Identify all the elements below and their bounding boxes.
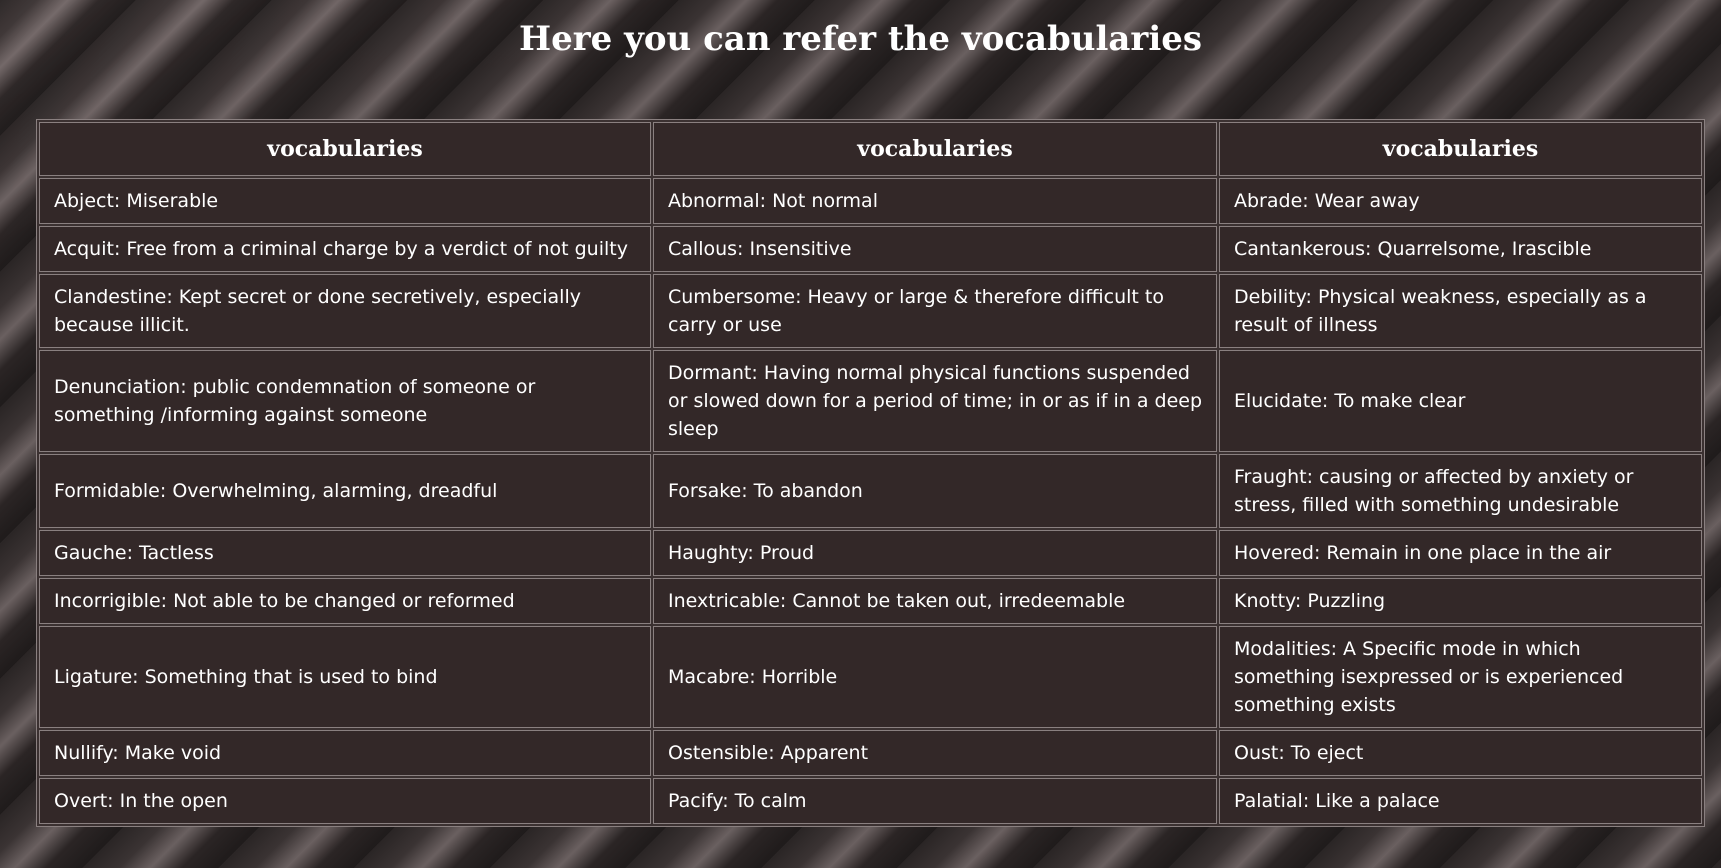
- table-cell: Denunciation: public condemnation of som…: [39, 350, 651, 452]
- table-cell: Macabre: Horrible: [653, 626, 1217, 728]
- table-header-row: vocabularies vocabularies vocabularies: [39, 122, 1702, 176]
- table-cell: Abject: Miserable: [39, 178, 651, 224]
- table-cell: Modalities: A Specific mode in which som…: [1219, 626, 1702, 728]
- column-header: vocabularies: [1219, 122, 1702, 176]
- table-cell: Abrade: Wear away: [1219, 178, 1702, 224]
- table-row: Abject: Miserable Abnormal: Not normal A…: [39, 178, 1702, 224]
- table-row: Clandestine: Kept secret or done secreti…: [39, 274, 1702, 348]
- vocabulary-table: vocabularies vocabularies vocabularies A…: [36, 119, 1705, 827]
- table-cell: Dormant: Having normal physical function…: [653, 350, 1217, 452]
- table-row: Ligature: Something that is used to bind…: [39, 626, 1702, 728]
- table-cell: Knotty: Puzzling: [1219, 578, 1702, 624]
- table-row: Formidable: Overwhelming, alarming, drea…: [39, 454, 1702, 528]
- column-header: vocabularies: [39, 122, 651, 176]
- table-cell: Overt: In the open: [39, 778, 651, 824]
- column-header: vocabularies: [653, 122, 1217, 176]
- table-cell: Oust: To eject: [1219, 730, 1702, 776]
- page-title: Here you can refer the vocabularies: [518, 19, 1203, 59]
- table-row: Denunciation: public condemnation of som…: [39, 350, 1702, 452]
- table-cell: Formidable: Overwhelming, alarming, drea…: [39, 454, 651, 528]
- table-cell: Cantankerous: Quarrelsome, Irascible: [1219, 226, 1702, 272]
- table-cell: Pacify: To calm: [653, 778, 1217, 824]
- table-row: Gauche: Tactless Haughty: Proud Hovered:…: [39, 530, 1702, 576]
- table-cell: Gauche: Tactless: [39, 530, 651, 576]
- table-cell: Clandestine: Kept secret or done secreti…: [39, 274, 651, 348]
- table-row: Incorrigible: Not able to be changed or …: [39, 578, 1702, 624]
- table-cell: Incorrigible: Not able to be changed or …: [39, 578, 651, 624]
- table-cell: Hovered: Remain in one place in the air: [1219, 530, 1702, 576]
- table-cell: Abnormal: Not normal: [653, 178, 1217, 224]
- table-cell: Nullify: Make void: [39, 730, 651, 776]
- table-cell: Haughty: Proud: [653, 530, 1217, 576]
- table-row: Nullify: Make void Ostensible: Apparent …: [39, 730, 1702, 776]
- table-cell: Callous: Insensitive: [653, 226, 1217, 272]
- table-row: Acquit: Free from a criminal charge by a…: [39, 226, 1702, 272]
- table-cell: Debility: Physical weakness, especially …: [1219, 274, 1702, 348]
- table-cell: Acquit: Free from a criminal charge by a…: [39, 226, 651, 272]
- table-cell: Palatial: Like a palace: [1219, 778, 1702, 824]
- table-cell: Forsake: To abandon: [653, 454, 1217, 528]
- table-cell: Ligature: Something that is used to bind: [39, 626, 651, 728]
- table-cell: Ostensible: Apparent: [653, 730, 1217, 776]
- table-cell: Fraught: causing or affected by anxiety …: [1219, 454, 1702, 528]
- table-cell: Elucidate: To make clear: [1219, 350, 1702, 452]
- table-row: Overt: In the open Pacify: To calm Palat…: [39, 778, 1702, 824]
- table-cell: Inextricable: Cannot be taken out, irred…: [653, 578, 1217, 624]
- table-cell: Cumbersome: Heavy or large & therefore d…: [653, 274, 1217, 348]
